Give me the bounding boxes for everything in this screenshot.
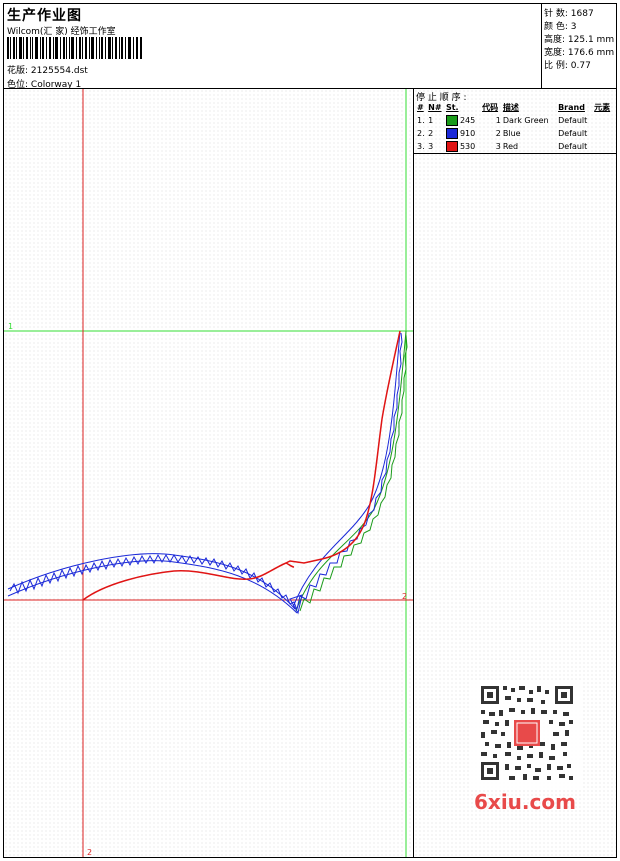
- row-element: [593, 114, 614, 127]
- design-file: 花版: 2125554.dst: [7, 63, 88, 76]
- row-desc: Red: [502, 142, 519, 151]
- stop-sequence-table: # N# St. 代码 描述 Brand 元素 1. 1 245 1 Dark …: [416, 101, 614, 153]
- stat-value: 125.1 mm: [567, 35, 615, 45]
- row-desc: Blue: [502, 129, 521, 138]
- blue-stitch-band: [7, 553, 298, 614]
- studio-name: Wilcom(汇 家) 经饰工作室: [7, 27, 116, 37]
- seal-icon: [514, 720, 540, 746]
- stats-box: 针 数: 1687 颜 色: 3 高度: 125.1 mm 宽度: 176.6 …: [541, 3, 617, 88]
- table-row: 2. 2 910 2 Blue Default: [416, 127, 614, 140]
- stat-label: 高度:: [544, 35, 566, 45]
- row-brand: Default: [558, 129, 588, 138]
- col-element: 元素: [594, 103, 611, 112]
- row-code: 1: [495, 116, 501, 125]
- stat-height: 高度: 125.1 mm: [544, 32, 614, 45]
- blue-right-band: [292, 330, 403, 610]
- guide-label-red-h: 2: [402, 592, 408, 601]
- row-n: 1: [428, 116, 434, 125]
- design-value: 2125554.dst: [30, 66, 88, 76]
- design-canvas: 1 2 2: [4, 89, 413, 857]
- color-swatch: [445, 128, 458, 139]
- row-st: 245: [459, 116, 476, 125]
- row-num: 1.: [417, 116, 425, 125]
- row-st: 530: [459, 142, 476, 151]
- stat-value: 3: [570, 22, 577, 32]
- row-element: [593, 127, 614, 140]
- stat-label: 颜 色:: [544, 22, 568, 32]
- guide-label-red-v: 2: [87, 848, 93, 857]
- row-element: [593, 140, 614, 153]
- row-brand: Default: [558, 142, 588, 151]
- guide-label-green: 1: [8, 322, 14, 331]
- row-st: 910: [459, 129, 476, 138]
- col-n: N#: [428, 103, 442, 112]
- stat-width: 宽度: 176.6 mm: [544, 45, 614, 58]
- qr-code-icon: [469, 680, 583, 788]
- watermark-text: 6xiu.com: [474, 790, 576, 814]
- row-code: 2: [495, 129, 501, 138]
- row-code: 3: [495, 142, 501, 151]
- row-desc: Dark Green: [502, 116, 549, 125]
- col-desc: 描述: [502, 103, 519, 112]
- stat-label: 比 例:: [544, 61, 568, 71]
- stat-value: 176.6 mm: [567, 48, 615, 58]
- row-num: 2.: [417, 129, 425, 138]
- table-row: 1. 1 245 1 Dark Green Default: [416, 114, 614, 127]
- stat-colors: 颜 色: 3: [544, 19, 577, 32]
- header-left: 生产作业图 Wilcom(汇 家) 经饰工作室 花版: 2125554.dst …: [3, 3, 541, 90]
- stat-label: 针 数:: [544, 9, 568, 19]
- table-header-row: # N# St. 代码 描述 Brand 元素: [416, 101, 614, 114]
- stat-label: 宽度:: [544, 48, 566, 58]
- row-stitch: 910: [445, 127, 481, 140]
- design-label: 花版:: [7, 66, 29, 76]
- red-stitch-outline: [82, 330, 401, 601]
- col-hash: #: [417, 103, 424, 112]
- col-st: St.: [445, 103, 459, 112]
- page-title: 生产作业图: [7, 8, 82, 24]
- row-brand: Default: [558, 116, 588, 125]
- panel-divider: [414, 153, 616, 154]
- barcode-icon: [7, 37, 142, 59]
- col-code: 代码: [482, 103, 499, 112]
- color-swatch: [445, 115, 458, 126]
- stat-stitches: 针 数: 1687: [544, 6, 594, 19]
- col-brand: Brand: [558, 103, 585, 112]
- color-swatch: [445, 141, 458, 152]
- table-row: 3. 3 530 3 Red Default: [416, 140, 614, 153]
- row-stitch: 245: [445, 114, 481, 127]
- row-n: 2: [428, 129, 434, 138]
- row-num: 3.: [417, 142, 425, 151]
- stat-scale: 比 例: 0.77: [544, 58, 591, 71]
- stitch-preview: [4, 89, 413, 857]
- row-stitch: 530: [445, 140, 481, 153]
- row-n: 3: [428, 142, 434, 151]
- stat-value: 0.77: [570, 61, 591, 71]
- stat-value: 1687: [570, 9, 594, 19]
